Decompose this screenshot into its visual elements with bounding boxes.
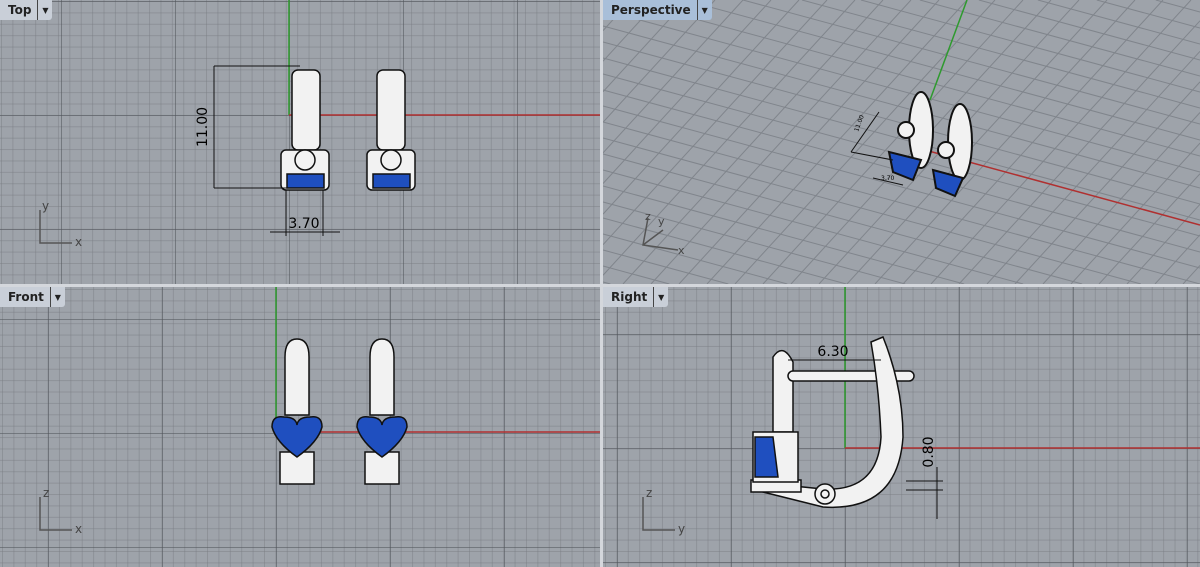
viewport-top[interactable]: Top ▼ 11.00 3.70 y x (0, 0, 600, 284)
earring-front-left (271, 338, 323, 485)
axis-label: x (75, 522, 82, 536)
viewport-tab-front[interactable]: Front ▼ (0, 287, 65, 307)
grid-line (919, 0, 1200, 77)
grid-line (603, 233, 788, 284)
grid-line (603, 0, 744, 154)
viewport-label: Front (8, 290, 44, 304)
grid-line (603, 0, 856, 276)
axis-label: z (645, 210, 651, 223)
grid-line (603, 9, 1200, 173)
earring-top-left (280, 69, 330, 191)
grid-line (1014, 81, 1200, 284)
perspective-view-canvas: 11.00 3.70 z y x (603, 0, 1200, 284)
viewport-label: Top (8, 3, 32, 17)
axis-indicator (642, 497, 675, 531)
grid-line (622, 0, 884, 284)
right-view-canvas: 6.30 0.80 z y (642, 287, 1200, 536)
viewport-right[interactable]: Right ▼ 6.30 0.80 z y (603, 287, 1200, 567)
grid-line (603, 57, 1200, 221)
grid-line (1154, 234, 1200, 284)
grid-line (603, 0, 800, 215)
axis-label: y (42, 199, 49, 213)
grid-line (603, 0, 772, 184)
dim-vertical-label: 0.80 (921, 436, 937, 467)
perspective-grid (603, 0, 1200, 284)
chevron-down-icon[interactable]: ▼ (37, 0, 52, 20)
axis-label: y (678, 522, 685, 536)
grid-line (846, 0, 1108, 284)
y-axis-line (929, 0, 968, 101)
dim-horizontal-label: 6.30 (817, 344, 848, 360)
grid-line (978, 0, 1200, 61)
chevron-down-icon[interactable]: ▼ (653, 287, 668, 307)
viewport-tab-top[interactable]: Top ▼ (0, 0, 53, 20)
dim-vertical-label: 11.00 (195, 107, 211, 147)
grid-line (1126, 203, 1200, 284)
grid-line (603, 281, 611, 284)
earring-top-right (366, 69, 416, 191)
viewport-tab-right[interactable]: Right ▼ (603, 287, 669, 307)
axis-label: z (646, 486, 652, 500)
axis-label: y (658, 215, 665, 228)
top-view-canvas: 11.00 3.70 y x (39, 0, 600, 249)
axis-label: z (43, 486, 49, 500)
dim-label: 11.00 (853, 114, 866, 133)
earring-right-side (750, 336, 915, 509)
chevron-down-icon[interactable]: ▼ (696, 0, 712, 20)
grid-line (603, 121, 1200, 284)
viewport-tab-perspective[interactable]: Perspective ▼ (603, 0, 712, 20)
grid-line (986, 50, 1200, 284)
grid-line (603, 0, 828, 246)
earring-perspective-right (931, 103, 973, 198)
grid-line (1042, 112, 1200, 284)
earring-front-right (356, 338, 408, 485)
axis-indicator (39, 210, 72, 244)
viewport-label: Perspective (611, 3, 691, 17)
dim-label: 3.70 (881, 175, 895, 182)
chevron-down-icon[interactable]: ▼ (49, 287, 65, 307)
grid-line (1096, 0, 1200, 29)
grid-line (1037, 0, 1200, 45)
axis-label: x (678, 244, 685, 257)
viewport-label: Right (611, 290, 648, 304)
grid-line (603, 137, 1142, 284)
axis-label: x (75, 235, 82, 249)
grid-line (1155, 0, 1200, 13)
front-view-canvas: z x (39, 287, 600, 536)
axis-indicator (39, 497, 72, 531)
viewport-perspective[interactable]: Perspective ▼ 11.00 3.70 z y x (603, 0, 1200, 284)
dim-horizontal-label: 3.70 (288, 216, 319, 232)
grid-line (742, 0, 1200, 125)
viewport-front[interactable]: Front ▼ z x (0, 287, 600, 567)
grid-line (603, 249, 729, 284)
grid-line (603, 217, 847, 284)
